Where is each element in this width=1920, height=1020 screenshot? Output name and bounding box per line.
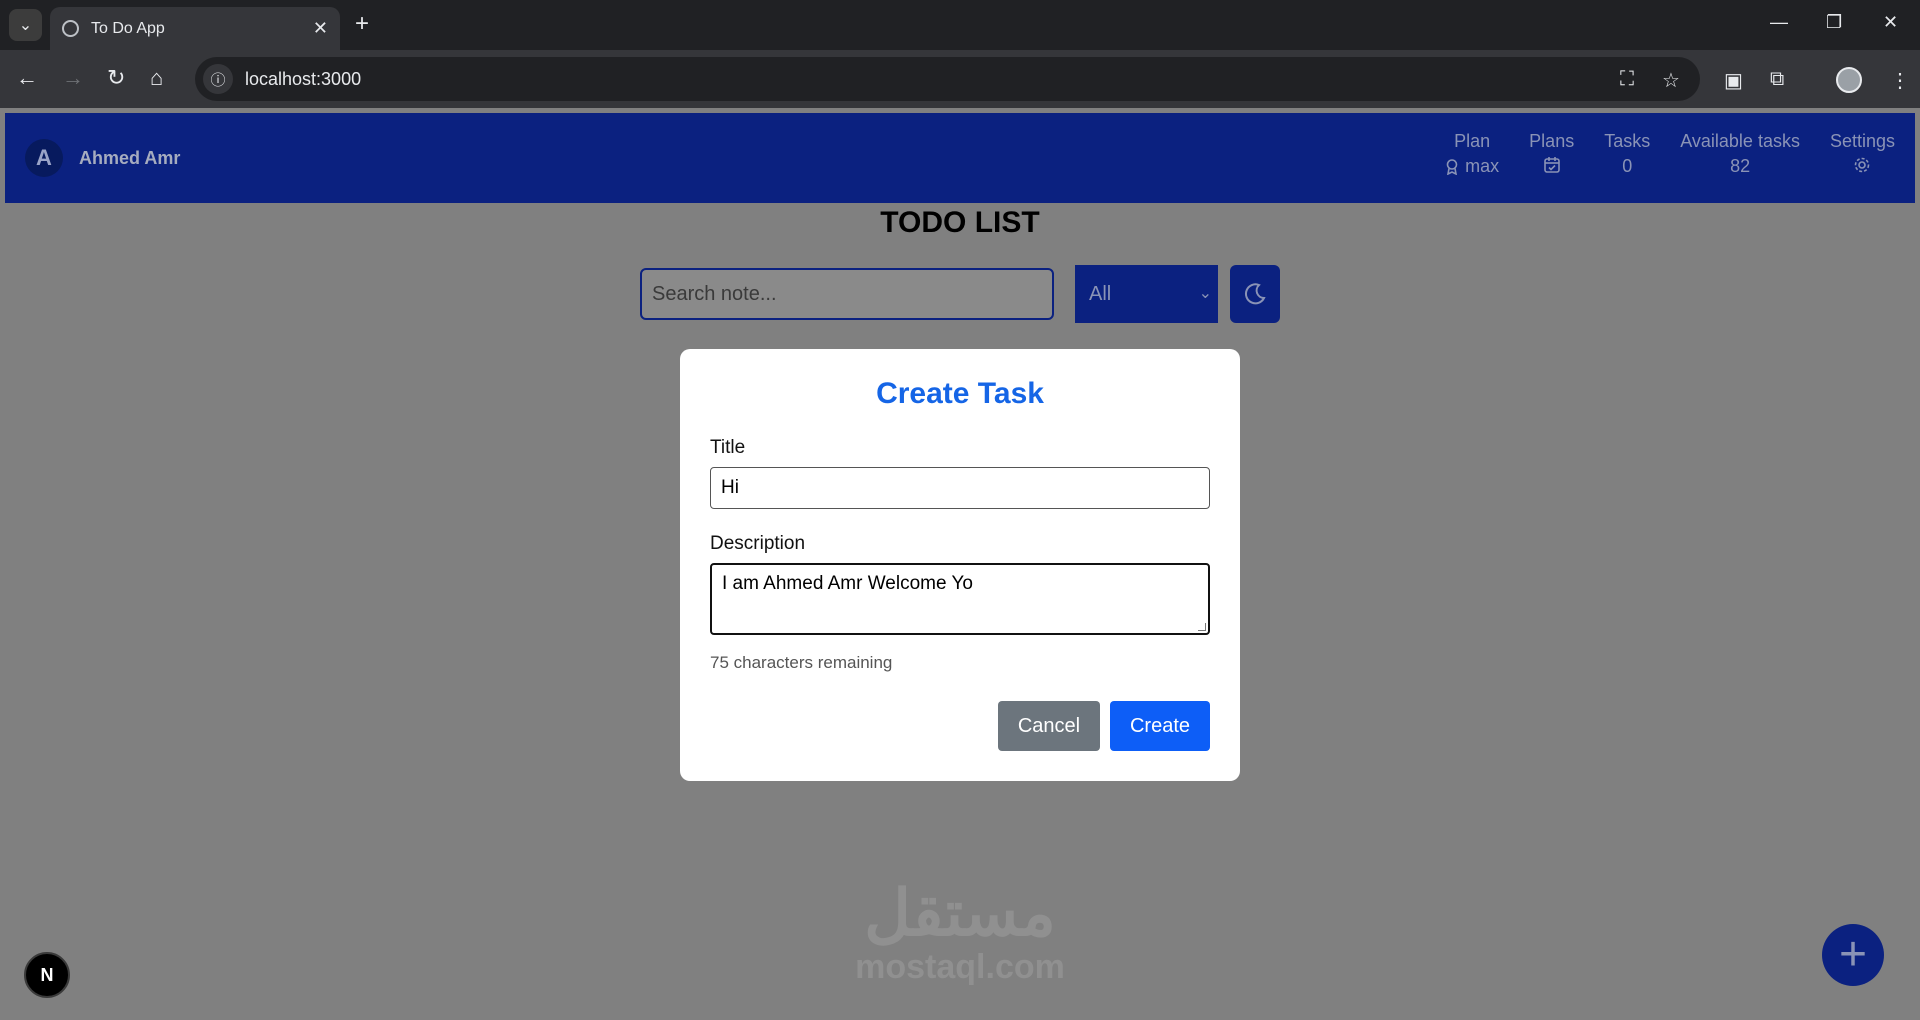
browser-tab-strip: ⌄ To Do App ✕ + — ❐ ✕ [0, 0, 1920, 50]
nav-plan: Plan max [1445, 131, 1499, 177]
browser-toolbar: ← → ↻ ⌂ ⓘ localhost:3000 ⛶ ☆ ▣ ⧉ ⋮ [0, 50, 1920, 108]
nextjs-dev-badge[interactable]: N [24, 952, 70, 998]
theme-toggle-button[interactable] [1230, 265, 1280, 323]
browser-tab[interactable]: To Do App ✕ [50, 7, 340, 50]
nav-settings[interactable]: Settings [1830, 131, 1895, 177]
title-label: Title [710, 437, 746, 458]
search-placeholder: Search note... [652, 282, 777, 305]
back-icon[interactable]: ← [16, 66, 38, 90]
forward-icon[interactable]: → [62, 66, 84, 90]
minimize-icon[interactable]: — [1770, 12, 1788, 33]
calendar-icon [1543, 157, 1560, 173]
site-info-icon[interactable]: ⓘ [203, 64, 233, 94]
award-icon [1446, 158, 1458, 175]
nav-plan-value: max [1465, 156, 1500, 176]
nav-plans[interactable]: Plans [1529, 131, 1574, 177]
modal-heading: Create Task [876, 377, 1044, 410]
description-value: I am Ahmed Amr Welcome Yo [722, 573, 973, 594]
filter-select[interactable]: All ⌄ [1075, 265, 1218, 323]
add-task-button[interactable]: + [1822, 924, 1884, 986]
extensions-icon[interactable]: ⧉ [1770, 68, 1784, 91]
nav-plan-label: Plan [1454, 131, 1491, 151]
nav-plans-label: Plans [1529, 131, 1575, 151]
create-button[interactable]: Create [1110, 701, 1210, 751]
nav-stats: Plan max Plans Tasks 0 Available tasks 8… [1445, 131, 1895, 177]
watermark: مستقل mostaql.com [0, 878, 1920, 987]
nav-settings-label: Settings [1829, 131, 1895, 151]
tab-search-button[interactable]: ⌄ [9, 9, 42, 41]
nav-available-value: 82 [1730, 156, 1751, 176]
user-avatar[interactable]: A [25, 139, 63, 177]
nav-tasks-value: 0 [1622, 156, 1633, 176]
nav-tasks-label: Tasks [1604, 131, 1651, 151]
gear-icon [1855, 157, 1870, 173]
globe-icon [62, 20, 79, 37]
new-tab-button[interactable]: + [355, 12, 369, 36]
home-icon[interactable]: ⌂ [150, 66, 163, 90]
modal-actions: Cancel Create [998, 701, 1210, 751]
bookmark-star-icon[interactable]: ☆ [1662, 68, 1680, 93]
chevron-down-icon: ⌄ [18, 17, 33, 34]
plus-icon: + [1838, 928, 1868, 981]
page-title: TODO LIST [880, 206, 1040, 239]
chevron-down-icon: ⌄ [1198, 285, 1212, 302]
window-close-icon[interactable]: ✕ [1883, 12, 1898, 33]
description-label: Description [710, 533, 806, 554]
characters-remaining: 75 characters remaining [710, 653, 893, 672]
cancel-button[interactable]: Cancel [998, 701, 1100, 751]
tab-close-icon[interactable]: ✕ [313, 18, 328, 39]
resize-handle-icon[interactable] [1198, 623, 1206, 631]
translate-icon[interactable]: ⛶ [1620, 68, 1634, 91]
filter-value: All [1089, 282, 1112, 305]
nav-tasks: Tasks 0 [1604, 131, 1650, 177]
description-textarea[interactable]: I am Ahmed Amr Welcome Yo [710, 563, 1210, 635]
watermark-latin: mostaql.com [855, 948, 1065, 986]
restore-icon[interactable]: ❐ [1826, 12, 1842, 33]
profile-avatar[interactable] [1836, 67, 1862, 93]
create-task-modal: Create Task Title Hi Description I am Ah… [680, 349, 1240, 781]
menu-dots-icon[interactable]: ⋮ [1890, 68, 1910, 93]
tab-title: To Do App [91, 19, 165, 37]
google-translate-extension-icon[interactable]: ▣ [1724, 68, 1743, 93]
address-url: localhost:3000 [245, 68, 362, 89]
watermark-arabic: مستقل [864, 877, 1056, 949]
user-name: Ahmed Amr [79, 147, 181, 168]
moon-icon [1245, 283, 1266, 305]
address-bar[interactable]: ⓘ localhost:3000 [195, 57, 1700, 101]
search-input[interactable]: Search note... [640, 268, 1054, 320]
nav-available-label: Available tasks [1680, 131, 1800, 151]
title-input[interactable]: Hi [710, 467, 1210, 509]
nav-available-tasks: Available tasks 82 [1680, 131, 1800, 177]
title-input-value: Hi [721, 477, 739, 498]
app-navbar: A Ahmed Amr Plan max Plans Tasks 0 Avail… [5, 113, 1915, 203]
reload-icon[interactable]: ↻ [107, 66, 125, 90]
